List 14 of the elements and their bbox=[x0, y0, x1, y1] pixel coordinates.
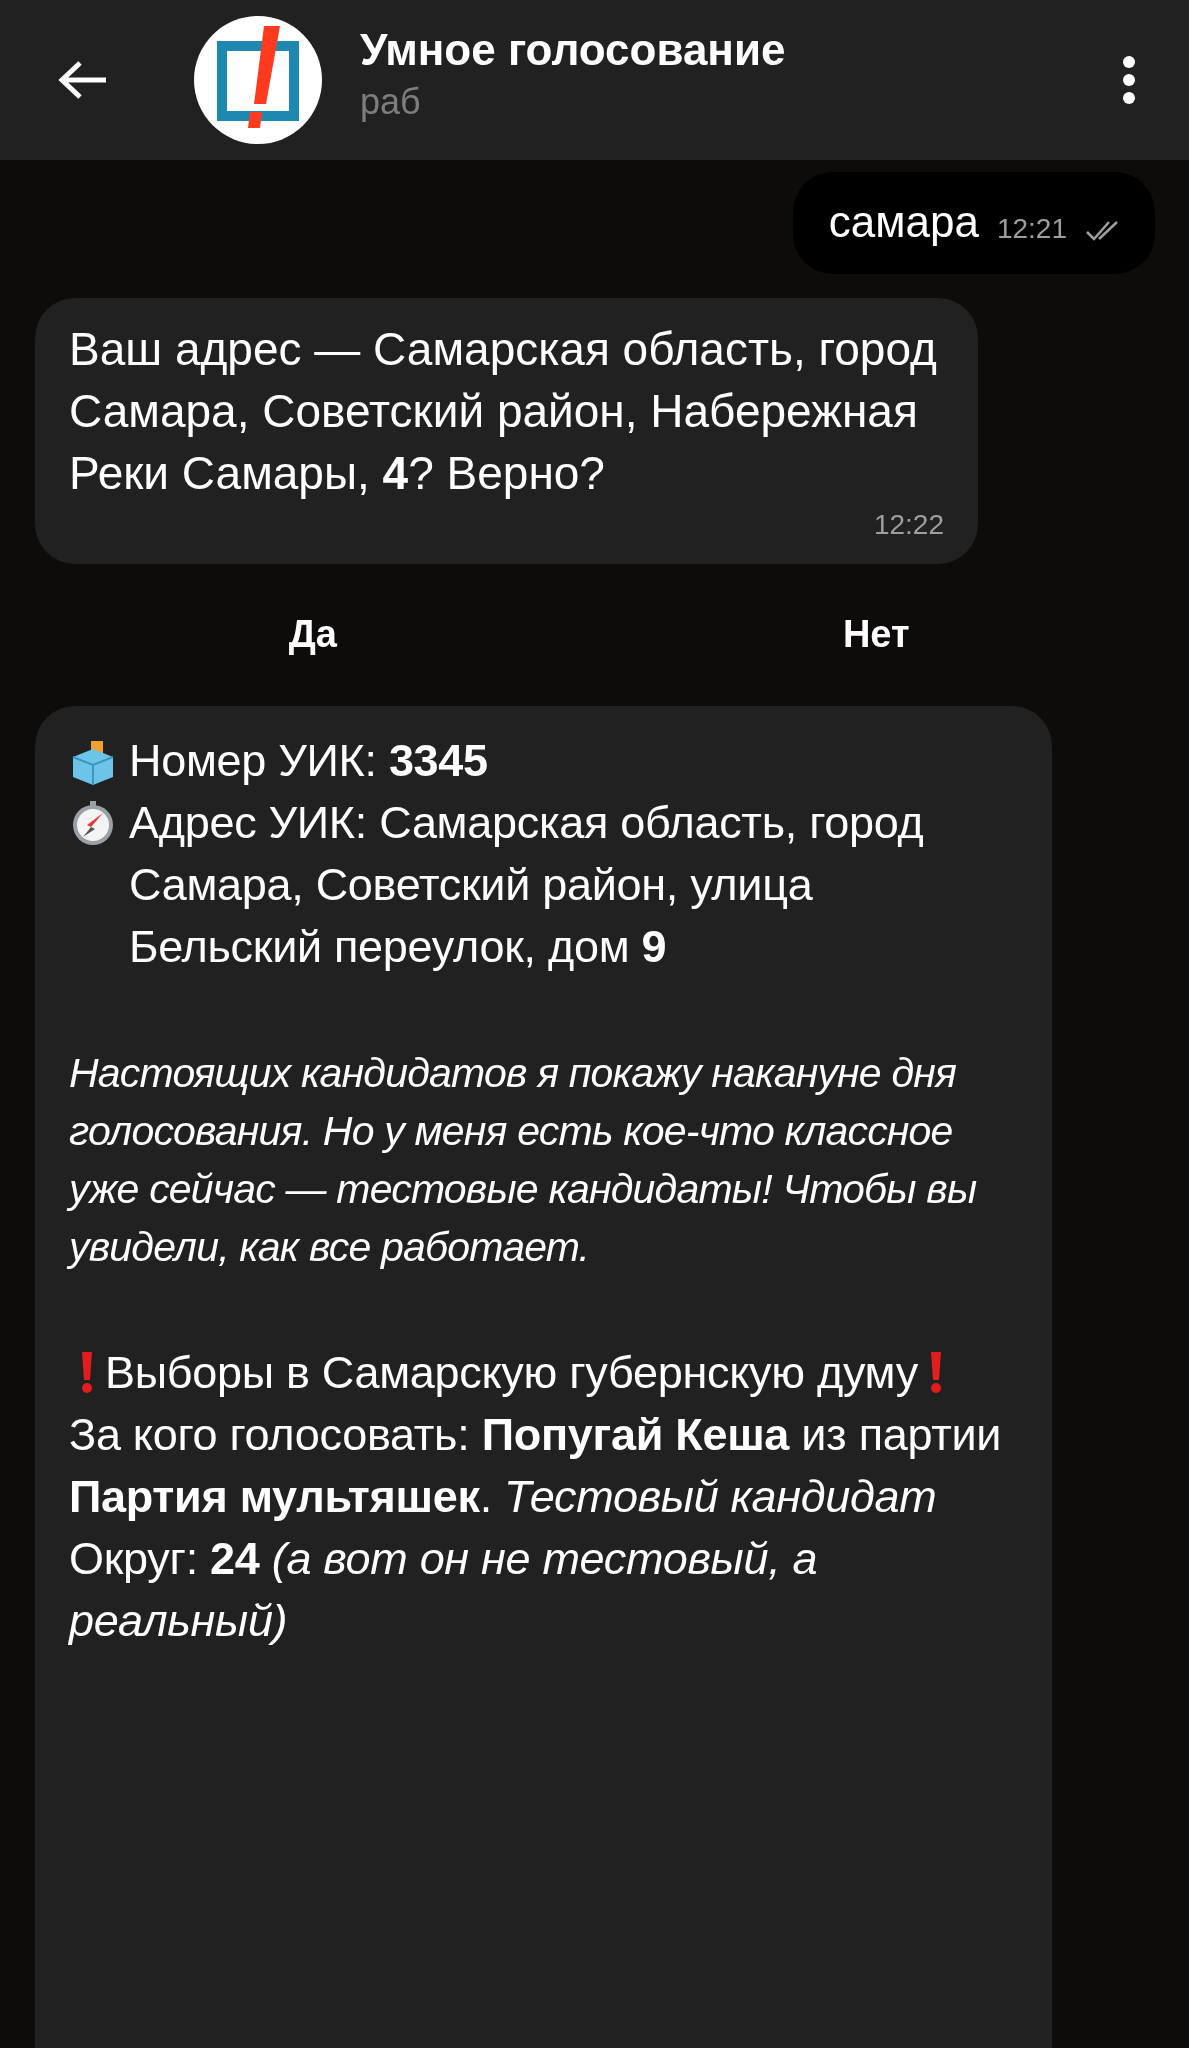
message-text: Выборы в Самарскую губернскую думу bbox=[105, 1347, 918, 1398]
chat-title: Умное голосование bbox=[360, 24, 787, 76]
message-text: За кого голосовать: Попугай Кеша из партии Партия мультяшек. Тестовый кандидат bbox=[69, 1408, 1003, 1524]
message-text: Адрес УИК: Самарская область, город Самара, Советский район, улица Бельский переулок, дом 9 bbox=[129, 796, 925, 974]
chat-subtitle: раб bbox=[360, 80, 422, 124]
message-time: 12:22 bbox=[873, 508, 944, 542]
message-text: Ваш адрес — Самарская область, город Самара, Советский район, Набережная Реки Самары, 4? Верно? bbox=[69, 322, 938, 501]
message-text: самара bbox=[828, 196, 979, 248]
avatar-icon[interactable] bbox=[194, 16, 322, 144]
message-text: Округ: 24 (а вот он не тестовый, а реальный) bbox=[69, 1532, 819, 1648]
more-icon bbox=[1123, 56, 1135, 104]
exclamation-icon bbox=[79, 1350, 95, 1394]
message-text: Номер УИК: 3345 bbox=[129, 734, 488, 788]
message-time: 12:21 bbox=[996, 212, 1067, 246]
